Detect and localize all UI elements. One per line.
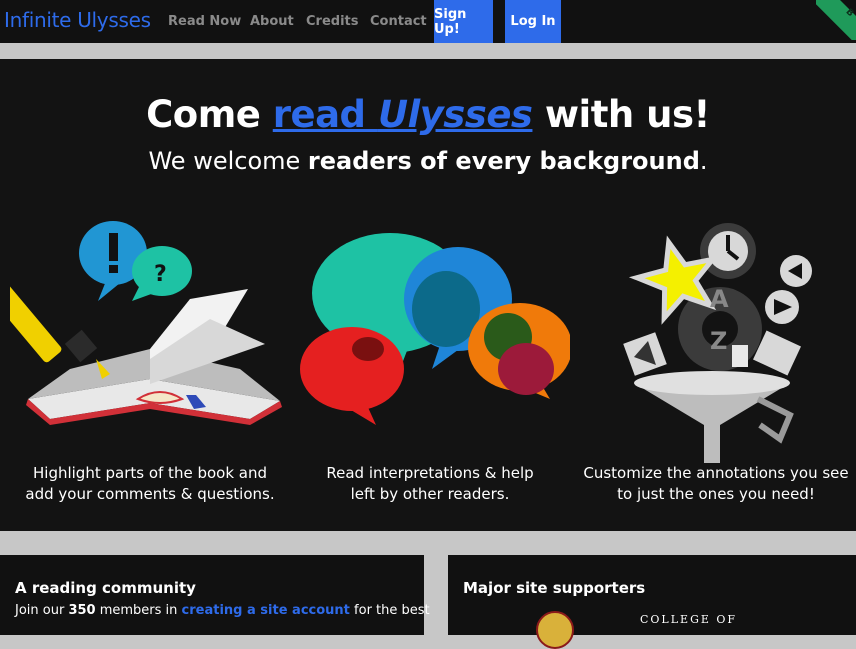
community-panel: A reading community Join our 350 members… — [0, 555, 430, 635]
login-button[interactable]: Log In — [505, 0, 561, 43]
headline-link-text: read — [272, 93, 378, 136]
feature-caption-highlight: Highlight parts of the book and add your… — [10, 463, 290, 505]
university-seal-icon — [536, 611, 574, 649]
hero-section: Come read Ulysses with us! We welcome re… — [0, 59, 856, 531]
svg-text:A: A — [710, 285, 729, 313]
caption-line: Customize the annotations you see — [583, 464, 849, 482]
community-title: A reading community — [15, 579, 196, 597]
headline-pre: Come — [146, 93, 273, 136]
community-post: for the best — [349, 603, 430, 618]
college-logo-text: COLLEGE OF — [640, 613, 738, 626]
community-text: Join our 350 members in creating a site … — [15, 603, 430, 618]
svg-text:Z: Z — [710, 327, 727, 355]
caption-line: to just the ones you need! — [617, 485, 815, 503]
nav-link-about[interactable]: About — [250, 14, 294, 29]
create-account-link[interactable]: creating a site account — [182, 603, 350, 618]
nav-link-contact[interactable]: Contact — [370, 14, 427, 29]
site-brand[interactable]: Infinite Ulysses — [4, 8, 151, 32]
headline-link[interactable]: read Ulysses — [273, 93, 533, 136]
headline-link-italic: Ulysses — [377, 93, 533, 136]
sub-post: . — [699, 147, 708, 175]
feature-caption-read: Read interpretations & help left by othe… — [290, 463, 570, 505]
feature-caption-customize: Customize the annotations you see to jus… — [576, 463, 856, 505]
caption-line: Highlight parts of the book and — [33, 464, 267, 482]
corner-ribbon[interactable]: B — [816, 0, 856, 40]
sub-pre: We welcome — [148, 147, 308, 175]
hero-subheadline: We welcome readers of every background. — [0, 147, 856, 175]
book-highlighter-icon: ? — [0, 219, 290, 469]
community-mid: members in — [95, 603, 182, 618]
speech-bubbles-icon — [290, 219, 572, 469]
member-count: 350 — [68, 603, 96, 618]
supporters-panel: Major site supporters COLLEGE OF — [448, 555, 856, 649]
caption-line: add your comments & questions. — [25, 485, 275, 503]
nav-link-read-now[interactable]: Read Now — [168, 14, 241, 29]
supporters-title: Major site supporters — [463, 579, 646, 597]
caption-line: left by other readers. — [350, 485, 510, 503]
community-pre: Join our — [15, 603, 69, 618]
sub-bold: readers of every background — [307, 147, 700, 175]
headline-post: with us! — [532, 93, 711, 136]
svg-text:?: ? — [154, 262, 167, 287]
hero-headline: Come read Ulysses with us! — [0, 93, 856, 136]
filter-funnel-icon: A Z — [570, 219, 850, 469]
nav-link-credits[interactable]: Credits — [306, 14, 358, 29]
signup-button[interactable]: Sign Up! — [434, 0, 493, 43]
caption-line: Read interpretations & help — [326, 464, 534, 482]
top-nav: Infinite Ulysses Read Now About Credits … — [0, 0, 856, 43]
